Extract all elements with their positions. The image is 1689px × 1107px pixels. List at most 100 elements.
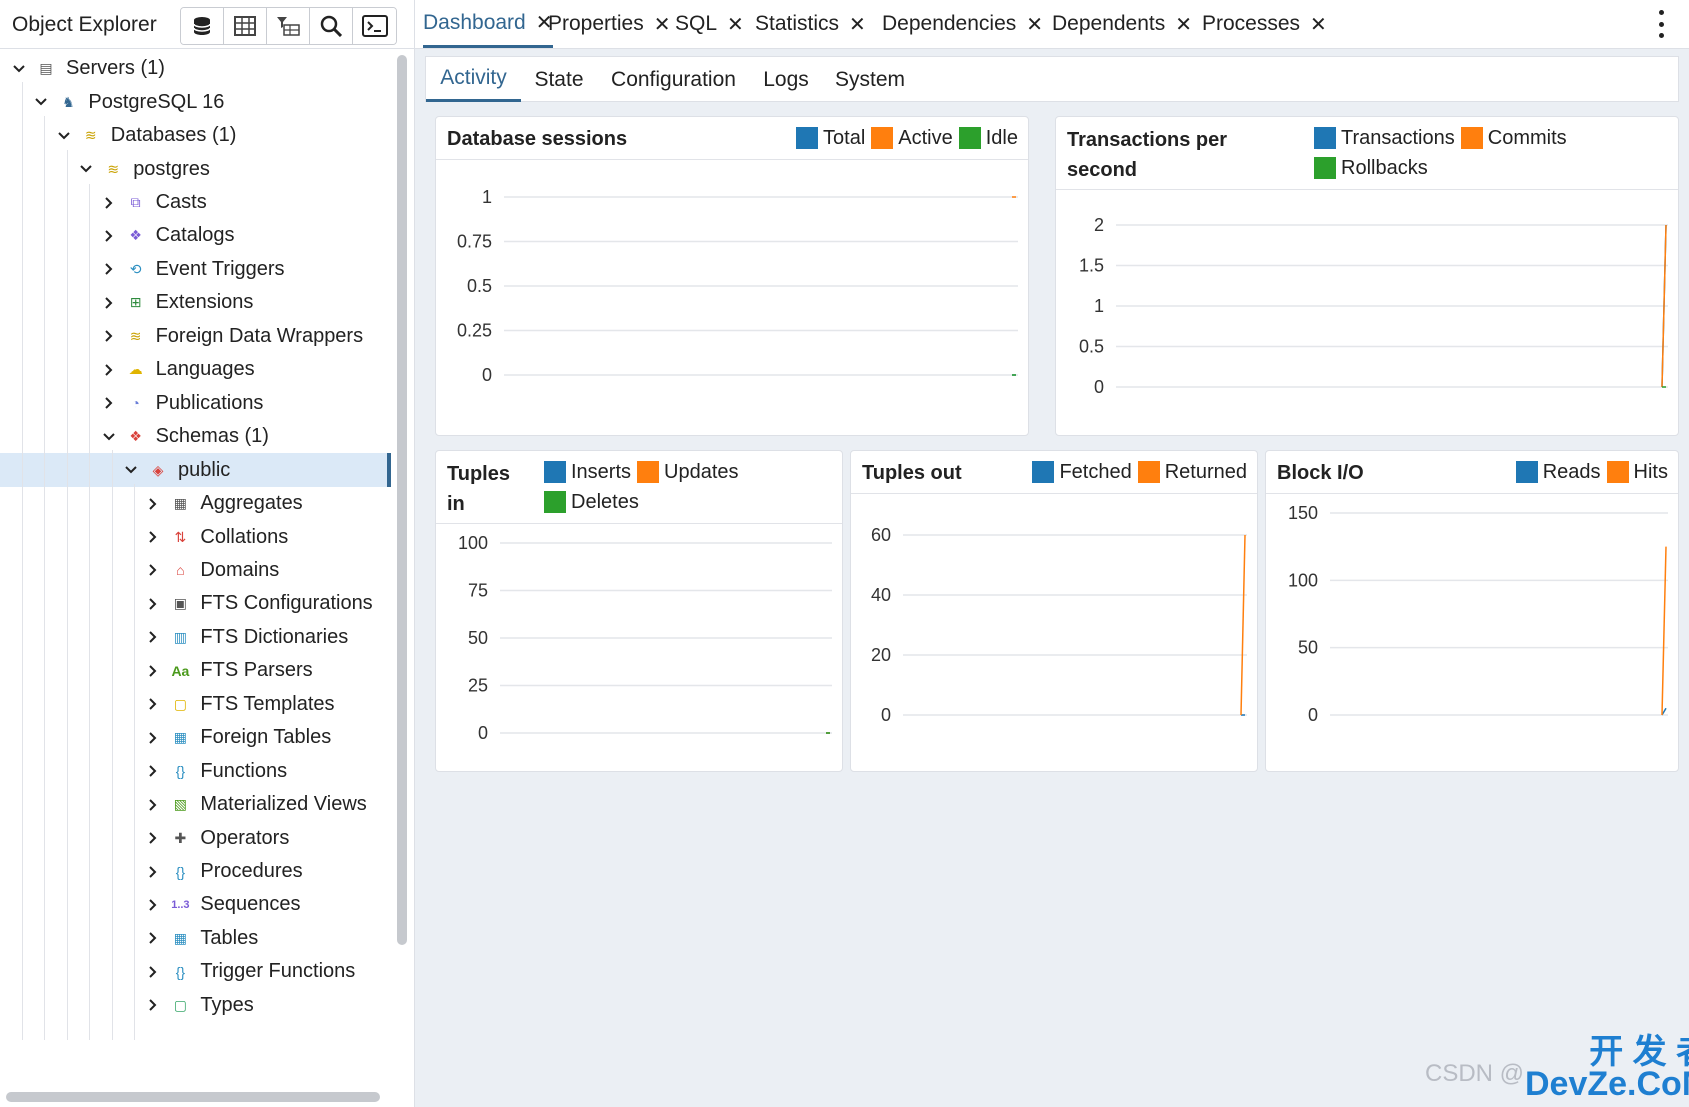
legend-item-returned[interactable]: Returned xyxy=(1137,457,1247,487)
chevron-right-icon[interactable] xyxy=(98,359,120,381)
tab-dashboard[interactable]: Dashboard ✕ xyxy=(423,0,553,48)
tree-item-extensions[interactable]: ⊞ Extensions xyxy=(0,286,391,319)
legend-item-updates[interactable]: Updates xyxy=(637,457,739,487)
tree-item-procedures[interactable]: {} Procedures xyxy=(0,855,391,888)
tab-dependents[interactable]: Dependents ✕ xyxy=(1052,0,1192,48)
close-tab-icon[interactable]: ✕ xyxy=(727,12,744,37)
chevron-right-icon[interactable] xyxy=(142,693,164,715)
legend-item-hits[interactable]: Hits xyxy=(1606,457,1668,487)
tree-item-postgresql-16[interactable]: ♞ PostgreSQL 16 xyxy=(0,85,391,118)
tree-item-materialized-views[interactable]: ▧ Materialized Views xyxy=(0,788,391,821)
subtab-configuration[interactable]: Configuration xyxy=(597,57,750,102)
tree-item-trigger-functions[interactable]: {} Trigger Functions xyxy=(0,955,391,988)
chevron-right-icon[interactable] xyxy=(142,861,164,883)
subtab-logs[interactable]: Logs xyxy=(750,57,822,102)
chevron-down-icon[interactable] xyxy=(98,426,120,448)
more-options-icon[interactable] xyxy=(1651,10,1671,38)
legend-item-fetched[interactable]: Fetched xyxy=(1032,457,1132,487)
tree-item-collations[interactable]: ⇅ Collations xyxy=(0,520,391,553)
chevron-right-icon[interactable] xyxy=(142,626,164,648)
chevron-right-icon[interactable] xyxy=(142,559,164,581)
close-tab-icon[interactable]: ✕ xyxy=(1026,12,1043,37)
chevron-down-icon[interactable] xyxy=(75,158,97,180)
tree-item-languages[interactable]: ☁ Languages xyxy=(0,353,391,386)
query-tool-database-button[interactable] xyxy=(181,8,224,44)
tree-item-databases[interactable]: ≋ Databases (1) xyxy=(0,119,391,152)
legend-item-deletes[interactable]: Deletes xyxy=(544,487,639,517)
legend-item-inserts[interactable]: Inserts xyxy=(544,457,631,487)
tree-item-postgres[interactable]: ≋ postgres xyxy=(0,152,391,185)
tree-item-fts-configurations[interactable]: ▣ FTS Configurations xyxy=(0,587,391,620)
chevron-right-icon[interactable] xyxy=(98,225,120,247)
tree-horizontal-scrollbar[interactable] xyxy=(6,1092,380,1102)
chevron-right-icon[interactable] xyxy=(142,927,164,949)
tree-item-foreign-data-wrappers[interactable]: ≋ Foreign Data Wrappers xyxy=(0,320,391,353)
legend-item-active[interactable]: Active xyxy=(871,123,953,153)
tab-properties[interactable]: Properties ✕ xyxy=(548,0,670,48)
chevron-right-icon[interactable] xyxy=(98,325,120,347)
tree-item-fts-templates[interactable]: ▢ FTS Templates xyxy=(0,688,391,721)
tree-item-casts[interactable]: ⧉ Casts xyxy=(0,186,391,219)
chevron-down-icon[interactable] xyxy=(120,459,142,481)
chevron-right-icon[interactable] xyxy=(98,392,120,414)
tab-processes[interactable]: Processes ✕ xyxy=(1202,0,1327,48)
legend-item-reads[interactable]: Reads xyxy=(1515,457,1601,487)
psql-tool-button[interactable] xyxy=(353,8,396,44)
chevron-right-icon[interactable] xyxy=(142,727,164,749)
aggregates-icon: ▦ xyxy=(173,495,187,512)
search-objects-button[interactable] xyxy=(310,8,353,44)
legend-swatch xyxy=(1314,157,1336,179)
chevron-down-icon[interactable] xyxy=(53,125,75,147)
chevron-right-icon[interactable] xyxy=(142,593,164,615)
legend-item-transactions[interactable]: Transactions xyxy=(1314,123,1455,153)
tree-item-fts-dictionaries[interactable]: ▥ FTS Dictionaries xyxy=(0,621,391,654)
chevron-right-icon[interactable] xyxy=(142,961,164,983)
legend-item-rollbacks[interactable]: Rollbacks xyxy=(1314,153,1428,183)
close-tab-icon[interactable]: ✕ xyxy=(1310,12,1327,37)
chevron-right-icon[interactable] xyxy=(142,660,164,682)
legend-item-idle[interactable]: Idle xyxy=(958,123,1018,153)
tree-item-aggregates[interactable]: ▦ Aggregates xyxy=(0,487,391,520)
tree-item-domains[interactable]: ⌂ Domains xyxy=(0,554,391,587)
chevron-right-icon[interactable] xyxy=(142,526,164,548)
chevron-down-icon[interactable] xyxy=(8,58,30,80)
chevron-down-icon[interactable] xyxy=(30,91,52,113)
tree-item-tables[interactable]: ▦ Tables xyxy=(0,922,391,955)
tree-item-functions[interactable]: {} Functions xyxy=(0,754,391,787)
filtered-rows-button[interactable] xyxy=(267,8,310,44)
tree-item-catalogs[interactable]: ❖ Catalogs xyxy=(0,219,391,252)
chevron-right-icon[interactable] xyxy=(142,894,164,916)
tab-statistics[interactable]: Statistics ✕ xyxy=(755,0,866,48)
chevron-right-icon[interactable] xyxy=(142,994,164,1016)
tree-item-event-triggers[interactable]: ⟲ Event Triggers xyxy=(0,253,391,286)
subtab-activity[interactable]: Activity xyxy=(426,57,521,102)
subtab-state[interactable]: State xyxy=(521,57,597,102)
close-tab-icon[interactable]: ✕ xyxy=(654,12,671,37)
close-tab-icon[interactable]: ✕ xyxy=(849,12,866,37)
tree-vertical-scrollbar[interactable] xyxy=(397,55,407,945)
chevron-right-icon[interactable] xyxy=(98,192,120,214)
tree-item-foreign-tables[interactable]: ▦ Foreign Tables xyxy=(0,721,391,754)
view-data-button[interactable] xyxy=(224,8,267,44)
tree-item-operators[interactable]: ✚ Operators xyxy=(0,821,391,854)
tree-item-publications[interactable]: ◔ Publications xyxy=(0,387,391,420)
tree-item-sequences[interactable]: 1..3 Sequences xyxy=(0,888,391,921)
close-tab-icon[interactable]: ✕ xyxy=(1175,12,1192,37)
tab-sql[interactable]: SQL ✕ xyxy=(675,0,744,48)
tree-item-schemas[interactable]: ❖ Schemas (1) xyxy=(0,420,391,453)
chevron-right-icon[interactable] xyxy=(142,794,164,816)
schema-icon: ◈ xyxy=(152,461,164,478)
tab-dependencies[interactable]: Dependencies ✕ xyxy=(882,0,1043,48)
chevron-right-icon[interactable] xyxy=(98,292,120,314)
tree-item-servers[interactable]: ▤ Servers (1) xyxy=(0,52,391,85)
chevron-right-icon[interactable] xyxy=(142,493,164,515)
tree-item-types[interactable]: ▢ Types xyxy=(0,989,391,1022)
legend-item-commits[interactable]: Commits xyxy=(1460,123,1567,153)
chevron-right-icon[interactable] xyxy=(142,827,164,849)
subtab-system[interactable]: System xyxy=(822,57,918,102)
tree-item-public[interactable]: ◈ public xyxy=(0,453,391,487)
legend-item-total[interactable]: Total xyxy=(796,123,865,153)
chevron-right-icon[interactable] xyxy=(98,258,120,280)
tree-item-fts-parsers[interactable]: Aa FTS Parsers xyxy=(0,654,391,687)
chevron-right-icon[interactable] xyxy=(142,760,164,782)
